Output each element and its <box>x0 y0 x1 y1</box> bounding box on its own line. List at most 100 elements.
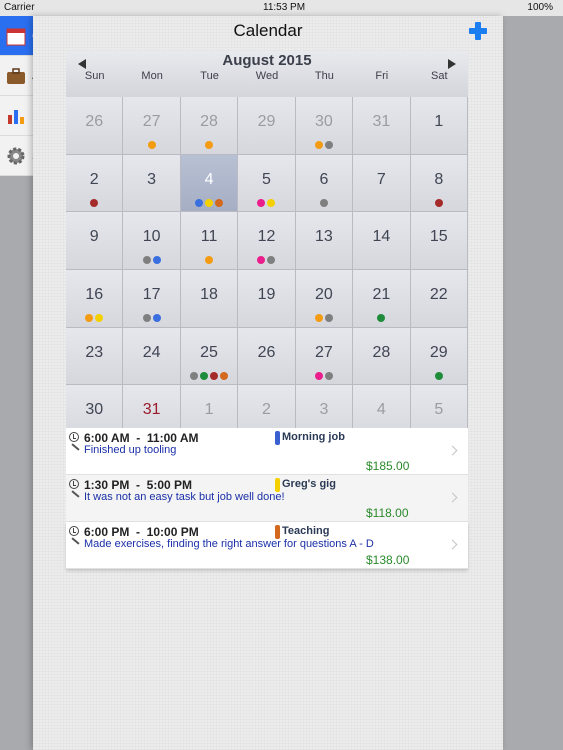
event-dots <box>238 256 294 265</box>
event-note: It was not an easy task but job well don… <box>84 491 285 503</box>
calendar-day-cell[interactable]: 7 <box>353 154 411 213</box>
calendar-day-cell[interactable]: 26 <box>66 97 124 155</box>
calendar: August 2015 Sun Mon Tue Wed Thu Fri Sat 26 27 28… <box>66 51 468 443</box>
calendar-day-cell[interactable]: 1 <box>410 97 468 155</box>
event-row[interactable]: 1:30 PM - 5:00 PM Greg's gig It was not … <box>66 475 468 522</box>
event-dots <box>66 314 122 322</box>
clock-icon <box>69 526 79 536</box>
weekday-label: Fri <box>375 70 389 82</box>
event-dot <box>377 314 386 322</box>
weekday-label: Sun <box>84 70 105 82</box>
event-dots <box>411 371 467 380</box>
event-dot <box>85 314 94 322</box>
event-dot <box>267 198 276 207</box>
calendar-day-cell[interactable]: 27 <box>295 327 354 386</box>
calendar-day-cell[interactable]: 16 <box>66 270 124 328</box>
calendar-day-cell[interactable]: 11 <box>180 212 239 270</box>
calendar-day-cell[interactable]: 15 <box>410 212 468 270</box>
event-dot <box>220 371 229 380</box>
event-color-tag <box>275 431 280 445</box>
weekday-label: Tue <box>200 70 219 82</box>
calendar-day-cell[interactable]: 21 <box>353 270 411 328</box>
pencil-icon <box>71 537 80 545</box>
event-dot <box>152 256 161 265</box>
event-dot <box>147 141 156 149</box>
event-row[interactable]: 6:00 PM - 10:00 PM Teaching Made exercis… <box>66 522 468 569</box>
event-dots <box>66 198 122 207</box>
calendar-day-cell[interactable]: 28 <box>180 97 239 155</box>
event-color-tag <box>275 525 280 539</box>
day-number: 4 <box>376 401 386 419</box>
calendar-header: August 2015 Sun Mon Tue Wed Thu Fri Sat <box>66 51 468 97</box>
event-dot <box>142 256 151 265</box>
calendar-day-cell[interactable]: 4 <box>180 154 239 213</box>
calendar-day-cell[interactable]: 28 <box>353 327 411 386</box>
event-dot <box>434 371 443 380</box>
calendar-day-cell[interactable]: 3 <box>123 154 181 213</box>
event-time: 6:00 PM - 10:00 PM <box>84 525 199 539</box>
calendar-day-cell[interactable]: 30 <box>295 97 354 155</box>
event-amount: $138.00 <box>366 553 410 567</box>
event-time: 1:30 PM - 5:00 PM <box>84 478 193 492</box>
calendar-day-cell[interactable]: 20 <box>295 270 354 328</box>
calendar-day-cell[interactable]: 6 <box>295 154 354 213</box>
pencil-icon <box>71 490 80 498</box>
day-number: 23 <box>85 343 104 361</box>
day-number: 26 <box>85 113 104 130</box>
gear-icon <box>7 147 25 165</box>
clock-icon <box>69 432 79 442</box>
plus-icon[interactable] <box>469 22 487 40</box>
day-number: 2 <box>89 170 99 188</box>
calendar-day-cell[interactable]: 19 <box>238 270 296 328</box>
calendar-day-cell[interactable]: 24 <box>123 327 181 386</box>
event-dots <box>411 198 467 207</box>
calendar-day-cell[interactable]: 27 <box>123 97 181 155</box>
calendar-day-cell[interactable]: 14 <box>353 212 411 270</box>
day-number: 16 <box>85 286 104 303</box>
event-dot <box>257 256 266 265</box>
weekday-label: Thu <box>314 70 334 82</box>
calendar-day-cell[interactable]: 22 <box>410 270 468 328</box>
calendar-day-cell[interactable]: 2 <box>66 154 124 213</box>
event-dots <box>181 141 237 149</box>
main-panel: Calendar August 2015 Sun Mon Tue Wed Thu Fri S… <box>33 16 503 750</box>
day-number: 7 <box>376 170 386 188</box>
calendar-day-cell[interactable]: 10 <box>123 212 181 270</box>
event-dot <box>90 198 99 207</box>
event-title: Greg's gig <box>282 478 336 490</box>
event-dot <box>205 198 214 207</box>
calendar-day-cell[interactable]: 13 <box>295 212 354 270</box>
weekday-label: Sat <box>430 70 448 82</box>
calendar-day-cell[interactable]: 23 <box>66 327 124 386</box>
calendar-day-cell[interactable]: 25 <box>180 327 239 386</box>
event-dots <box>296 198 352 207</box>
day-number: 28 <box>372 343 391 361</box>
calendar-day-cell[interactable]: 26 <box>238 327 296 386</box>
event-dot <box>190 371 199 380</box>
event-dot <box>95 314 104 322</box>
next-month-icon[interactable] <box>448 59 456 69</box>
event-dot <box>319 198 328 207</box>
event-dot <box>314 371 323 380</box>
calendar-day-cell[interactable]: 29 <box>410 327 468 386</box>
calendar-day-cell[interactable]: 5 <box>238 154 296 213</box>
event-dot <box>324 371 333 380</box>
day-number: 3 <box>319 401 329 419</box>
day-number: 10 <box>142 228 161 246</box>
calendar-day-cell[interactable]: 31 <box>353 97 411 155</box>
calendar-day-cell[interactable]: 17 <box>123 270 181 328</box>
day-number: 27 <box>315 343 333 361</box>
event-dots <box>181 371 237 380</box>
calendar-day-cell[interactable]: 18 <box>180 270 239 328</box>
event-row[interactable]: 6:00 AM - 11:00 AM Morning job Finished … <box>66 428 468 475</box>
calendar-day-cell[interactable]: 9 <box>66 212 124 270</box>
calendar-day-cell[interactable]: 12 <box>238 212 296 270</box>
day-number: 4 <box>204 170 214 188</box>
event-dot <box>205 141 214 149</box>
pencil-icon <box>71 443 80 451</box>
day-number: 9 <box>89 228 99 246</box>
calendar-day-cell[interactable]: 29 <box>238 97 296 155</box>
calendar-day-cell[interactable]: 8 <box>410 154 468 213</box>
battery-label: 100% <box>527 2 553 13</box>
event-note: Made exercises, finding the right answer… <box>84 538 374 550</box>
